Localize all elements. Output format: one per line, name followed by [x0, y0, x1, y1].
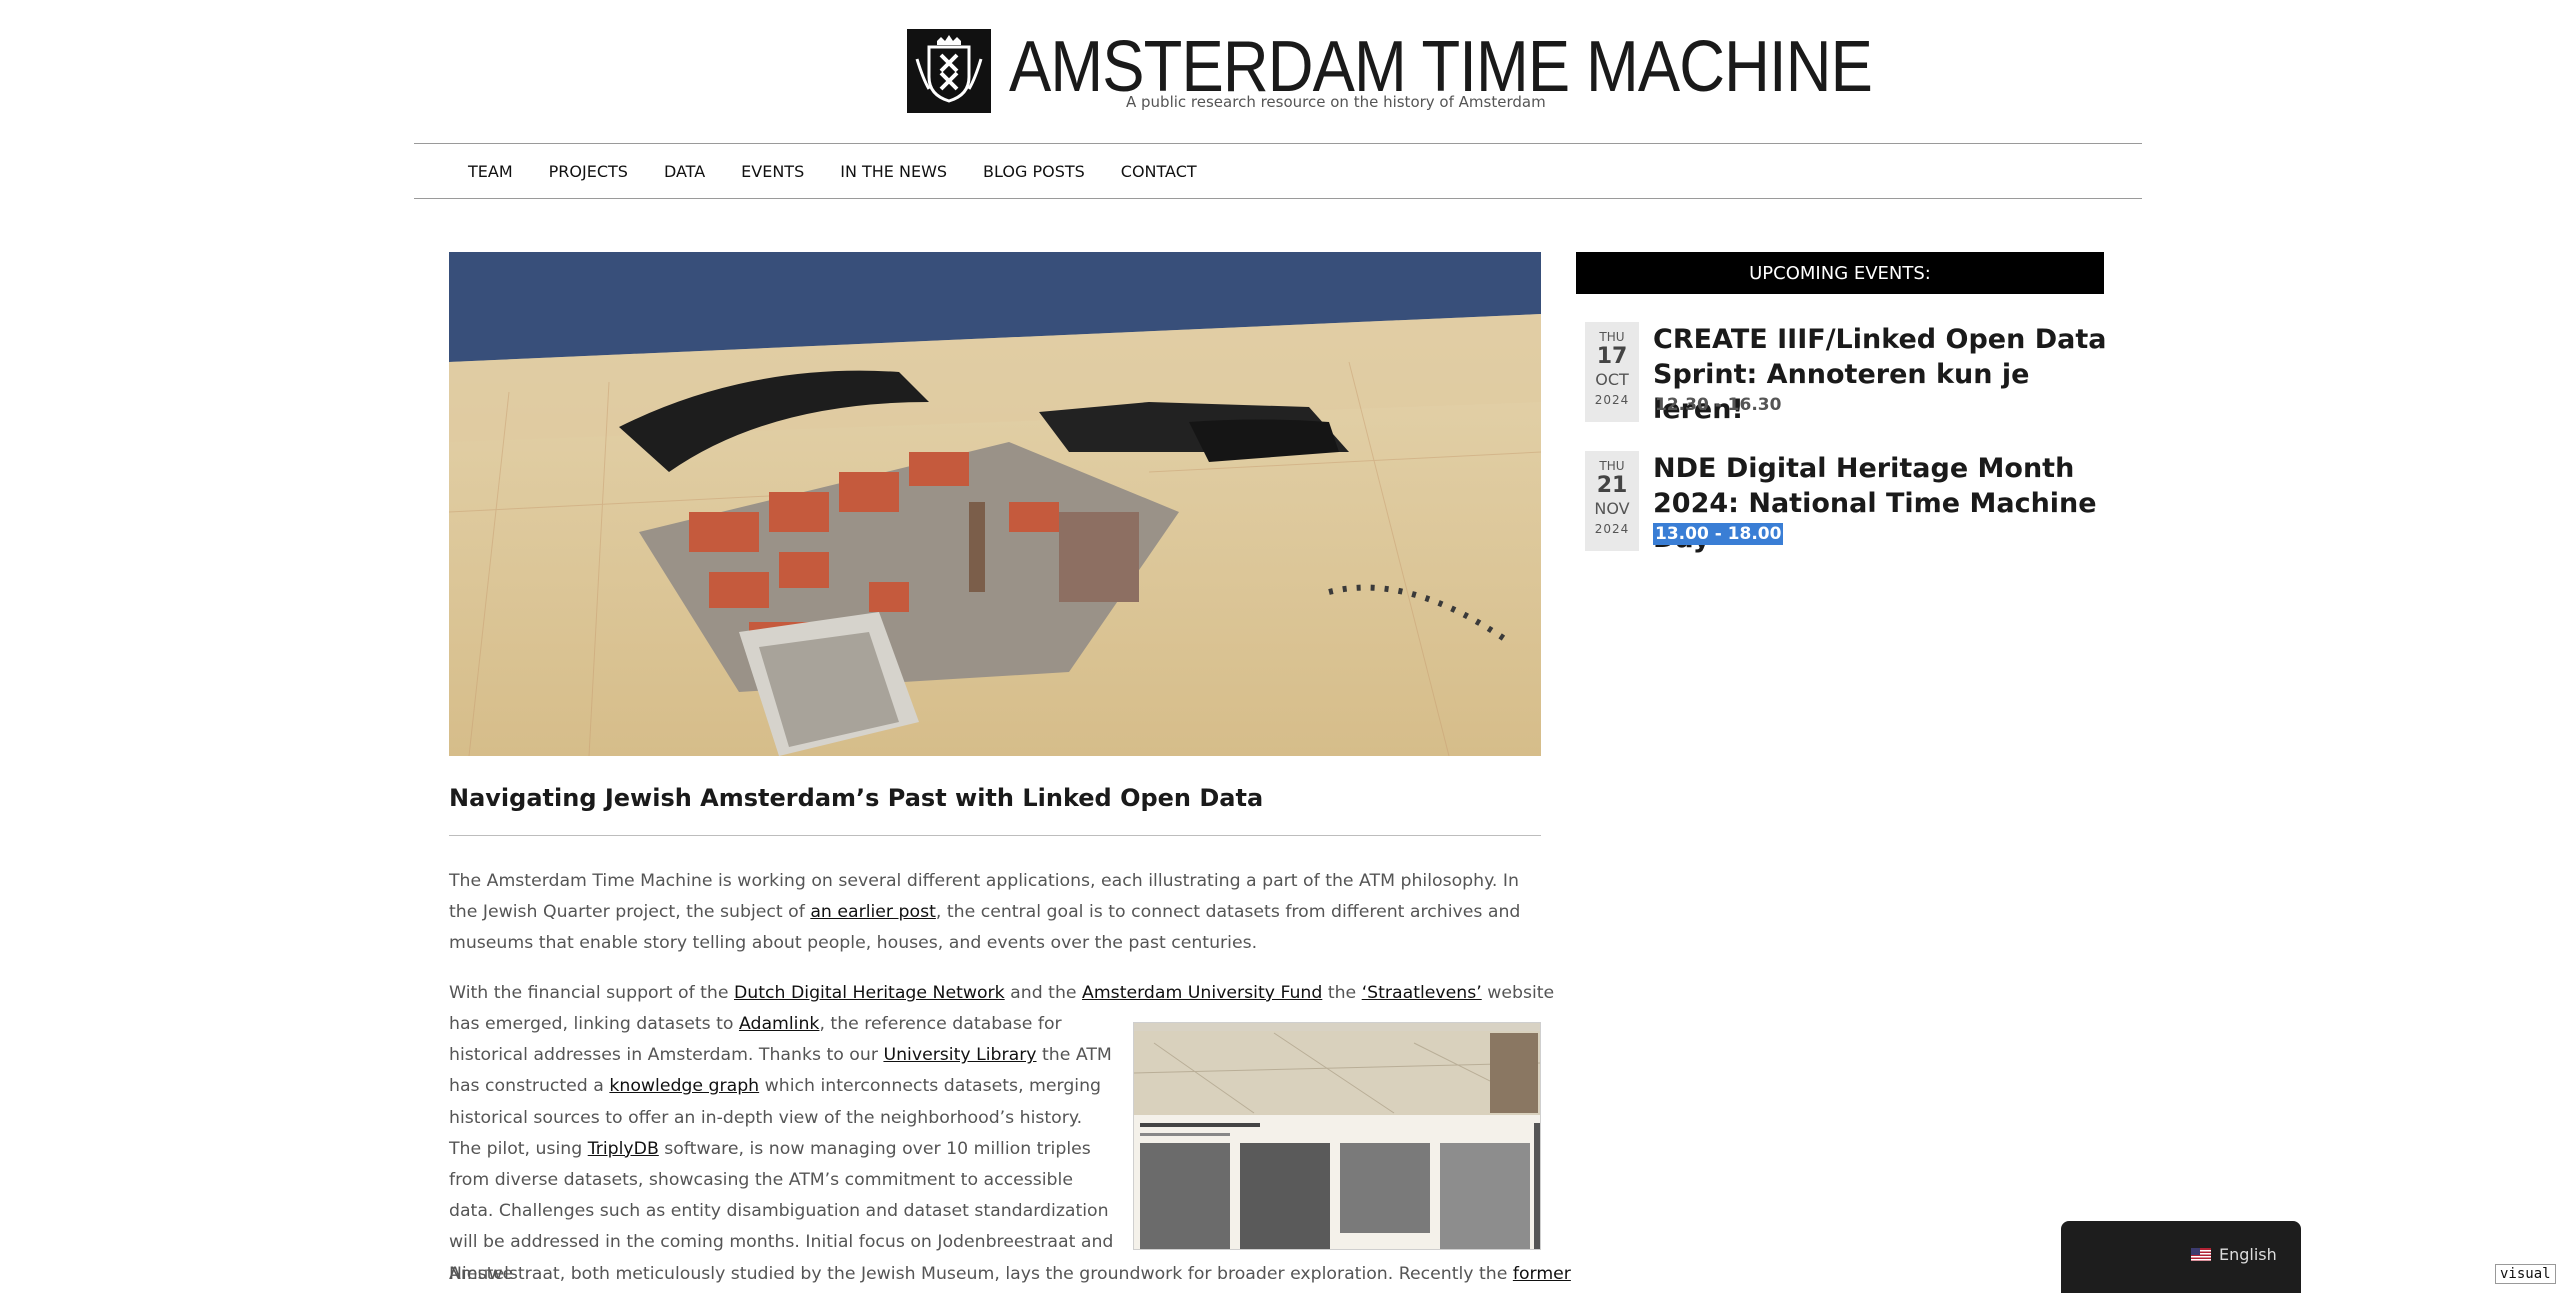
language-label: English: [2219, 1245, 2277, 1264]
link-earlier-post[interactable]: an earlier post: [810, 902, 936, 922]
nav-item-team[interactable]: TEAM: [468, 162, 513, 181]
us-flag-icon: [2191, 1248, 2211, 1261]
event-day: 17: [1596, 344, 1628, 369]
event-time: 12.30 - 16.30: [1655, 395, 1782, 415]
event-month: NOV: [1594, 499, 1630, 518]
site-tagline: A public research resource on the histor…: [1126, 93, 1546, 111]
coat-of-arms-icon: [907, 29, 991, 113]
nav-item-events[interactable]: EVENTS: [741, 162, 804, 181]
event-dow: THU: [1599, 459, 1625, 473]
event-month: OCT: [1595, 370, 1629, 389]
title-divider: [449, 835, 1541, 836]
article-paragraph-1: The Amsterdam Time Machine is working on…: [449, 866, 1541, 960]
link-university-library[interactable]: University Library: [883, 1045, 1036, 1065]
link-amsterdam-university-fund[interactable]: Amsterdam University Fund: [1082, 983, 1322, 1003]
debug-mode-tag: visual: [2495, 1264, 2556, 1284]
link-former[interactable]: former: [1513, 1264, 1571, 1284]
nav-item-in-the-news[interactable]: IN THE NEWS: [840, 162, 947, 181]
event-year: 2024: [1594, 522, 1630, 536]
text-span: With the financial support of the: [449, 983, 734, 1003]
main-nav: TEAM PROJECTS DATA EVENTS IN THE NEWS BL…: [414, 143, 2142, 199]
text-span: the: [1322, 983, 1362, 1003]
article-paragraph-2-line-1: With the financial support of the Dutch …: [449, 978, 1554, 1009]
event-date-badge: THU 17 OCT 2024: [1585, 322, 1639, 422]
straatlevens-screenshot-image[interactable]: [1133, 1022, 1541, 1250]
site-logo[interactable]: [907, 29, 991, 113]
language-option-english[interactable]: English: [2191, 1245, 2277, 1264]
event-time: 13.00 - 18.00: [1653, 523, 1784, 545]
text-span: website: [1481, 983, 1555, 1003]
hero-image: [449, 252, 1541, 756]
event-year: 2024: [1594, 393, 1630, 407]
language-switcher[interactable]: English: [2061, 1221, 2301, 1293]
event-dow: THU: [1599, 330, 1625, 344]
nav-item-data[interactable]: DATA: [664, 162, 705, 181]
article-paragraph-2-body: has emerged, linking datasets to Adamlin…: [449, 1009, 1114, 1290]
link-adamlink[interactable]: Adamlink: [739, 1014, 819, 1034]
site-header: AMSTERDAM TIME MACHINE A public research…: [0, 0, 2556, 140]
text-span: has emerged, linking datasets to: [449, 1014, 739, 1034]
link-knowledge-graph[interactable]: knowledge graph: [609, 1076, 759, 1096]
event-day: 21: [1596, 473, 1628, 498]
nav-item-contact[interactable]: CONTACT: [1121, 162, 1197, 181]
text-span: and the: [1004, 983, 1083, 1003]
link-dutch-digital-heritage-network[interactable]: Dutch Digital Heritage Network: [734, 983, 1005, 1003]
text-span: Amstelstraat, both meticulously studied …: [449, 1264, 1513, 1284]
upcoming-events-header: UPCOMING EVENTS:: [1576, 252, 2104, 294]
nav-item-blog-posts[interactable]: BLOG POSTS: [983, 162, 1085, 181]
article-paragraph-2-last-line: Amstelstraat, both meticulously studied …: [449, 1259, 1571, 1290]
link-triplydb[interactable]: TriplyDB: [588, 1139, 659, 1159]
event-date-badge: THU 21 NOV 2024: [1585, 451, 1639, 551]
link-straatlevens[interactable]: ‘Straatlevens’: [1362, 983, 1482, 1003]
article-title[interactable]: Navigating Jewish Amsterdam’s Past with …: [449, 784, 1541, 812]
nav-item-projects[interactable]: PROJECTS: [549, 162, 628, 181]
